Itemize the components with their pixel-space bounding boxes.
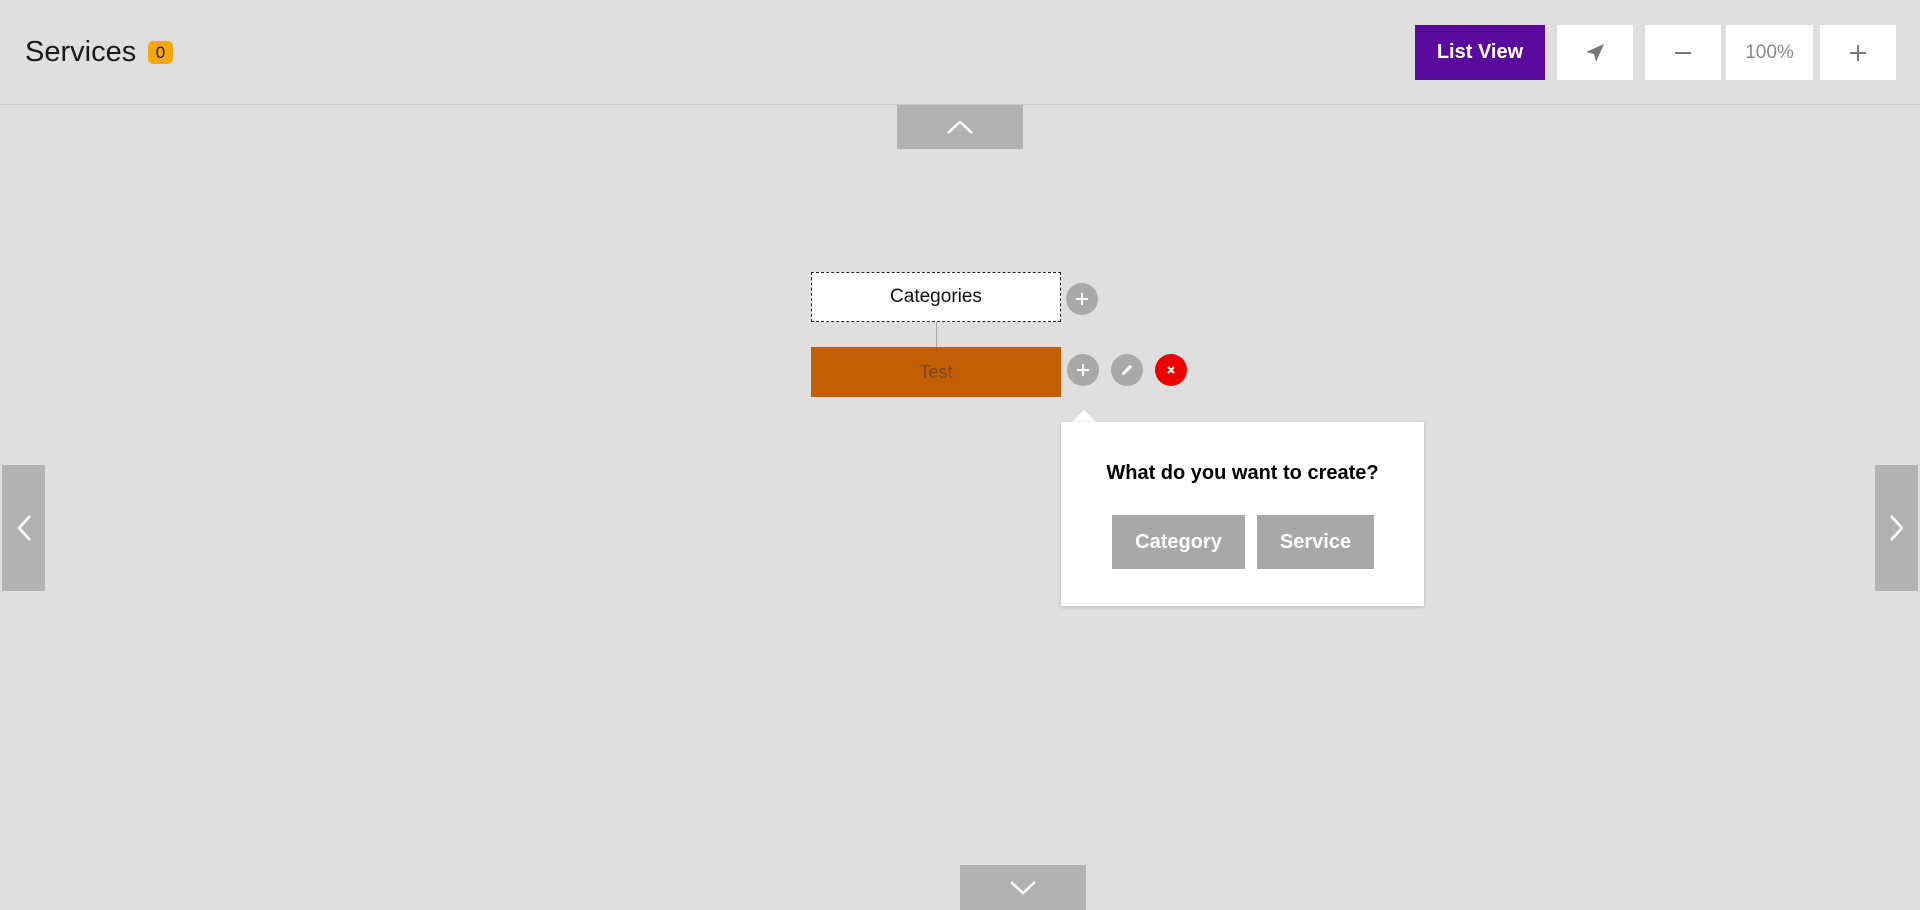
locate-button[interactable] xyxy=(1557,25,1633,80)
chevron-down-icon xyxy=(1010,880,1036,895)
chevron-up-icon xyxy=(947,120,973,134)
plus-icon xyxy=(1076,293,1088,305)
category-node-test[interactable]: Test xyxy=(811,347,1061,397)
count-badge: 0 xyxy=(148,41,173,64)
pan-left-button[interactable] xyxy=(2,465,45,591)
zoom-level: 100% xyxy=(1726,25,1813,80)
pan-right-button[interactable] xyxy=(1875,465,1918,591)
page-title: Services xyxy=(25,36,137,68)
popup-question: What do you want to create? xyxy=(1106,462,1379,484)
add-child-button-test[interactable] xyxy=(1067,354,1099,386)
zoom-in-button[interactable] xyxy=(1820,25,1896,80)
chevron-right-icon xyxy=(1889,515,1904,541)
list-view-button[interactable]: List View xyxy=(1415,25,1545,80)
popup-pointer xyxy=(1072,410,1096,422)
add-child-button-root[interactable] xyxy=(1066,283,1098,315)
pan-down-button[interactable] xyxy=(960,865,1086,910)
category-node-root[interactable]: Categories xyxy=(811,272,1061,322)
zoom-out-button[interactable] xyxy=(1645,25,1721,80)
plus-icon xyxy=(1077,364,1089,376)
delete-node-button[interactable] xyxy=(1155,354,1187,386)
navigation-arrow-icon xyxy=(1586,43,1604,62)
create-type-popup: What do you want to create? Category Ser… xyxy=(1061,422,1424,606)
edit-node-button[interactable] xyxy=(1111,354,1143,386)
close-icon xyxy=(1167,366,1175,374)
plus-icon xyxy=(1850,44,1866,61)
pencil-icon xyxy=(1122,364,1133,375)
pan-up-button[interactable] xyxy=(897,105,1023,149)
chevron-left-icon xyxy=(16,515,31,541)
tree-connector xyxy=(936,322,937,347)
create-category-button[interactable]: Category xyxy=(1112,515,1245,569)
minus-icon xyxy=(1675,51,1691,54)
top-bar: Services 0 List View 100% xyxy=(0,0,1920,105)
create-service-button[interactable]: Service xyxy=(1257,515,1374,569)
